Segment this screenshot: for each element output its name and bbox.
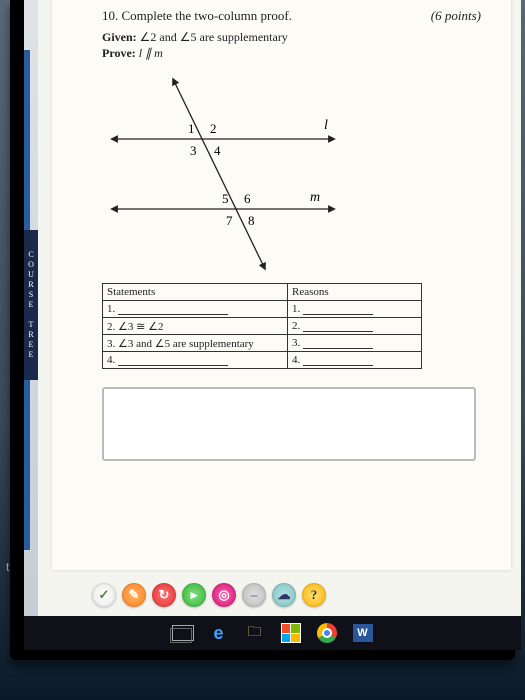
prove-label: Prove: [102,46,136,60]
reasons-header: Reasons [288,284,422,301]
worksheet-page: 10. Complete the two-column proof. (6 po… [52,0,511,570]
row2-num: 2. [107,321,115,333]
given-prove-block: Given: ∠2 and ∠5 are supplementary Prove… [102,30,481,61]
question-number: 10. [102,8,118,23]
line-m-label: m [310,190,320,205]
monitor-frame: COURSE TREE 10. Complete the two-column … [10,0,515,660]
row1-num: 1. [107,303,115,315]
two-column-proof-table: Statements Reasons 1. 1. 2. ∠3 ≅ ∠2 2. 3… [102,283,422,369]
mute-icon[interactable]: – [242,583,266,607]
help-icon[interactable]: ? [302,583,326,607]
task-view-icon[interactable] [172,622,194,644]
row2-statement: ∠3 ≅ ∠2 [118,321,163,333]
prove-text: l ∥ m [139,46,163,60]
microsoft-store-icon[interactable] [280,622,302,644]
table-row: 3. ∠3 and ∠5 are supplementary 3. [103,335,422,352]
question-header: 10. Complete the two-column proof. (6 po… [102,8,481,24]
statements-header: Statements [103,284,288,301]
angle-2: 2 [210,121,217,136]
check-icon[interactable]: ✓ [92,583,116,607]
lesson-toolbar: ✓ ✎ ↻ ▸ ◎ – ☁ ? [52,578,511,612]
row4-reason-blank[interactable] [303,355,373,366]
table-row: 4. 4. [103,352,422,369]
line-l-label: l [324,118,328,133]
row1-statement-blank[interactable] [118,304,228,315]
angle-8: 8 [248,213,255,228]
chrome-icon[interactable] [316,622,338,644]
screen: COURSE TREE 10. Complete the two-column … [24,0,521,650]
row1-reason-num: 1. [292,303,300,315]
answer-input-box[interactable] [102,387,476,461]
parallel-lines-diagram: l m 1 2 3 4 5 6 7 8 [102,71,372,271]
cloud-icon[interactable]: ☁ [272,583,296,607]
refresh-icon[interactable]: ↻ [152,583,176,607]
pencil-icon[interactable]: ✎ [122,583,146,607]
row4-num: 4. [107,354,115,366]
row4-reason-num: 4. [292,354,300,366]
question-prompt: Complete the two-column proof. [122,8,292,23]
angle-6: 6 [244,191,251,206]
question-points: (6 points) [431,8,481,24]
angle-4: 4 [214,143,221,158]
row4-statement-blank[interactable] [118,355,228,366]
transversal [174,81,264,267]
row3-reason-num: 3. [292,337,300,349]
edge-browser-icon[interactable]: e [208,622,230,644]
angle-3: 3 [190,143,197,158]
table-row: 2. ∠3 ≅ ∠2 2. [103,318,422,335]
course-tree-tab[interactable]: COURSE TREE [24,230,38,380]
row3-reason-blank[interactable] [303,338,373,349]
angle-5: 5 [222,191,229,206]
photo-scene: thing. COURSE TREE 10. Complete the two-… [0,0,525,700]
file-explorer-icon[interactable]: 🗀 [244,622,266,644]
play-icon[interactable]: ▸ [182,583,206,607]
row3-statement: ∠3 and ∠5 are supplementary [118,338,254,350]
question-number-prompt: 10. Complete the two-column proof. [102,8,292,24]
angle-7: 7 [226,213,233,228]
table-row: 1. 1. [103,301,422,318]
angle-1: 1 [188,121,195,136]
row2-reason-num: 2. [292,320,300,332]
target-icon[interactable]: ◎ [212,583,236,607]
row3-num: 3. [107,338,115,350]
windows-taskbar: e 🗀 W [24,616,521,650]
word-icon[interactable]: W [352,622,374,644]
given-label: Given: [102,30,137,44]
given-text: ∠2 and ∠5 are supplementary [140,30,288,44]
row1-reason-blank[interactable] [303,304,373,315]
row2-reason-blank[interactable] [303,321,373,332]
